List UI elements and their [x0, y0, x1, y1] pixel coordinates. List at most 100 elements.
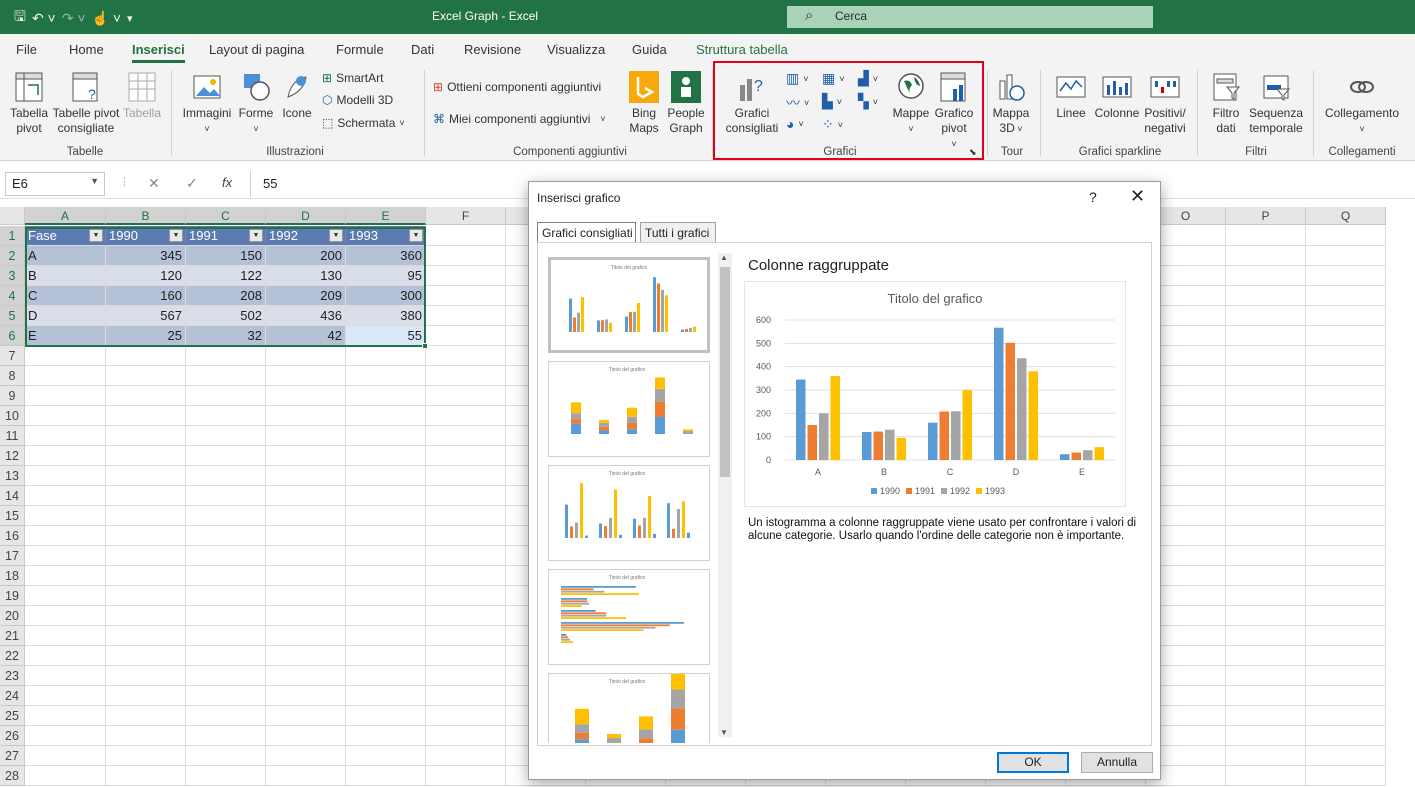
cell[interactable]	[346, 726, 426, 746]
cell[interactable]	[426, 526, 506, 546]
cell[interactable]	[106, 686, 186, 706]
tab-layout[interactable]: Layout di pagina	[209, 42, 304, 57]
bing-maps-button[interactable]: Bing Maps	[624, 71, 664, 136]
row-header-6[interactable]: 6	[0, 326, 25, 346]
cell[interactable]	[25, 546, 106, 566]
table-cell[interactable]: 55	[346, 326, 426, 346]
cell[interactable]	[1306, 726, 1386, 746]
cell[interactable]	[266, 466, 346, 486]
cell[interactable]	[186, 626, 266, 646]
cell[interactable]	[426, 446, 506, 466]
row-header-24[interactable]: 24	[0, 686, 25, 706]
cell[interactable]	[426, 606, 506, 626]
cell[interactable]	[346, 746, 426, 766]
cell[interactable]	[106, 406, 186, 426]
row-header-12[interactable]: 12	[0, 446, 25, 466]
mappa-3d-button[interactable]: Mappa 3D ˅	[991, 71, 1031, 137]
chart-thumbnail[interactable]: Titolo del grafico	[548, 569, 710, 665]
cell[interactable]	[266, 366, 346, 386]
thumbnail-scrollbar[interactable]: ▲ ▼	[718, 253, 732, 737]
smartart-button[interactable]: ⊞ SmartArt	[322, 71, 383, 85]
cell[interactable]	[106, 746, 186, 766]
cell[interactable]	[25, 666, 106, 686]
table-header-cell[interactable]: 1992 ▼	[266, 226, 346, 246]
cell[interactable]	[1306, 526, 1386, 546]
immagini-button[interactable]: Immagini ˅	[180, 71, 234, 137]
row-header-3[interactable]: 3	[0, 266, 25, 286]
cell[interactable]	[186, 686, 266, 706]
cell[interactable]	[1306, 646, 1386, 666]
save-icon[interactable]: 🖫	[14, 6, 26, 30]
cell[interactable]	[25, 386, 106, 406]
chart-thumbnail[interactable]: Titolo del grafico	[548, 465, 710, 561]
cell[interactable]	[1226, 586, 1306, 606]
cell[interactable]	[426, 726, 506, 746]
cell[interactable]	[266, 426, 346, 446]
cell[interactable]	[186, 506, 266, 526]
cell[interactable]	[346, 606, 426, 626]
cell[interactable]	[266, 626, 346, 646]
tab-revisione[interactable]: Revisione	[464, 42, 521, 57]
row-header-4[interactable]: 4	[0, 286, 25, 306]
cell[interactable]	[1306, 466, 1386, 486]
cell[interactable]	[186, 406, 266, 426]
table-cell[interactable]: 300	[346, 286, 426, 306]
cell[interactable]	[1306, 286, 1386, 306]
cell[interactable]	[426, 266, 506, 286]
name-box[interactable]: E6 ▼	[5, 172, 105, 196]
cell[interactable]	[186, 606, 266, 626]
cell[interactable]	[106, 466, 186, 486]
cell[interactable]	[346, 406, 426, 426]
cell[interactable]	[106, 486, 186, 506]
cell[interactable]	[346, 386, 426, 406]
filter-dropdown-icon[interactable]: ▼	[409, 229, 423, 242]
row-header-10[interactable]: 10	[0, 406, 25, 426]
table-cell[interactable]: 95	[346, 266, 426, 286]
table-cell[interactable]: 345	[106, 246, 186, 266]
cell[interactable]	[1306, 626, 1386, 646]
function-icon[interactable]: fx	[222, 175, 232, 190]
cell[interactable]	[1306, 706, 1386, 726]
column-header-p[interactable]: P	[1226, 207, 1306, 225]
cell[interactable]	[186, 666, 266, 686]
column-header-f[interactable]: F	[426, 207, 506, 225]
column-header-e[interactable]: E	[346, 207, 426, 225]
collegamento-button[interactable]: Collegamento ˅	[1320, 71, 1404, 137]
cell[interactable]	[1306, 606, 1386, 626]
cell[interactable]	[426, 306, 506, 326]
cell[interactable]	[346, 426, 426, 446]
column-header-d[interactable]: D	[266, 207, 346, 225]
cell[interactable]	[25, 706, 106, 726]
close-button[interactable]: ✕	[1130, 186, 1145, 207]
cell[interactable]	[186, 426, 266, 446]
table-cell[interactable]: 567	[106, 306, 186, 326]
cell[interactable]	[1306, 546, 1386, 566]
cell[interactable]	[106, 766, 186, 786]
cell[interactable]	[25, 406, 106, 426]
cell[interactable]	[106, 506, 186, 526]
tabella-pivot-button[interactable]: Tabella pivot	[6, 71, 52, 136]
cell[interactable]	[1306, 366, 1386, 386]
cell[interactable]	[426, 506, 506, 526]
cell[interactable]	[346, 366, 426, 386]
cell[interactable]	[426, 686, 506, 706]
schermata-button[interactable]: ⬚ Schermata ˅	[322, 116, 405, 130]
cell[interactable]	[1226, 446, 1306, 466]
cell[interactable]	[186, 746, 266, 766]
cell[interactable]	[106, 426, 186, 446]
cell[interactable]	[1306, 306, 1386, 326]
table-header-cell[interactable]: 1993 ▼	[346, 226, 426, 246]
cell[interactable]	[106, 726, 186, 746]
cell[interactable]	[426, 766, 506, 786]
cell[interactable]	[25, 766, 106, 786]
annulla-button[interactable]: Annulla	[1081, 752, 1153, 773]
ok-button[interactable]: OK	[997, 752, 1069, 773]
row-header-26[interactable]: 26	[0, 726, 25, 746]
filter-dropdown-icon[interactable]: ▼	[89, 229, 103, 242]
scroll-down-icon[interactable]: ▼	[720, 728, 728, 737]
table-cell[interactable]: E	[25, 326, 106, 346]
cell[interactable]	[266, 666, 346, 686]
table-cell[interactable]: 502	[186, 306, 266, 326]
cell[interactable]	[25, 606, 106, 626]
cell[interactable]	[346, 466, 426, 486]
